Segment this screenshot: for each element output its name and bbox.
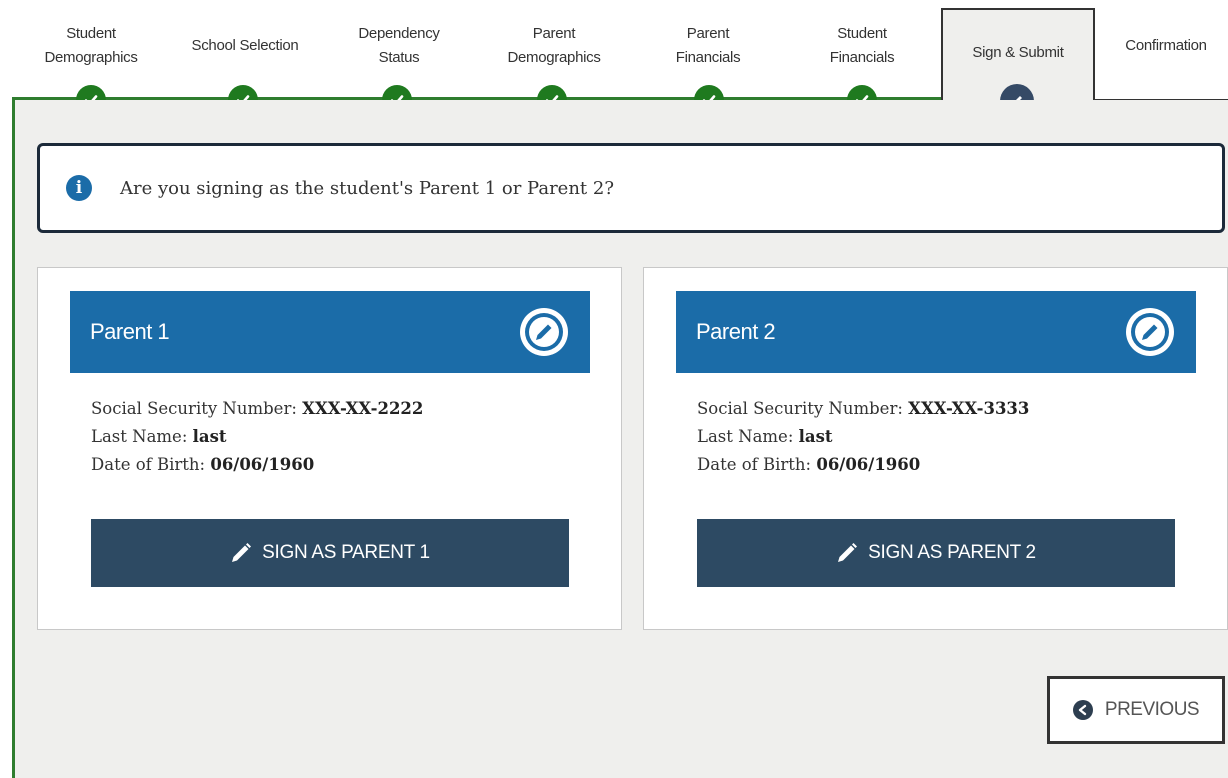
sign-as-parent-1-button[interactable]: SIGN AS PARENT 1 xyxy=(91,519,569,587)
ssn-label: Social Security Number: xyxy=(91,399,303,418)
card-header: Parent 2 xyxy=(676,291,1196,373)
ssn-value: XXX-XX-2222 xyxy=(302,399,424,418)
ssn-label: Social Security Number: xyxy=(697,399,909,418)
dob-row: Date of Birth: 06/06/1960 xyxy=(91,451,423,479)
info-alert: i Are you signing as the student's Paren… xyxy=(37,143,1225,233)
dob-label: Date of Birth: xyxy=(697,455,817,474)
dob-label: Date of Birth: xyxy=(91,455,211,474)
parent-card-2: Parent 2 Social Security Number: XXX-XX-… xyxy=(643,267,1228,630)
step-label-dependency-status[interactable]: Dependency Status xyxy=(324,22,474,70)
step-label-line: Confirmation xyxy=(1125,37,1207,54)
last-name-label: Last Name: xyxy=(697,427,799,446)
arrow-left-icon xyxy=(1072,700,1093,720)
parent-card-1: Parent 1 Social Security Number: XXX-XX-… xyxy=(37,267,622,630)
step-label-line: Status xyxy=(378,49,420,66)
step-label-sign-and-submit: Sign & Submit xyxy=(972,44,1064,61)
pencil-icon xyxy=(838,543,858,562)
info-icon: i xyxy=(66,175,92,201)
ssn-value: XXX-XX-3333 xyxy=(908,399,1030,418)
step-label-line: Dependency xyxy=(358,25,440,42)
card-title: Parent 2 xyxy=(696,319,776,344)
last-name-label: Last Name: xyxy=(91,427,193,446)
dob-value: 06/06/1960 xyxy=(210,455,315,474)
dob-value: 06/06/1960 xyxy=(816,455,921,474)
step-label-line: Student xyxy=(837,25,887,42)
pencil-icon xyxy=(232,543,252,562)
card-title: Parent 1 xyxy=(90,319,170,344)
step-label-line: Parent xyxy=(686,25,730,42)
step-label-student-demographics[interactable]: Student Demographics xyxy=(16,22,166,70)
step-label-line: Demographics xyxy=(44,49,138,66)
pencil-badge-icon xyxy=(520,308,568,356)
card-header: Parent 1 xyxy=(70,291,590,373)
step-label-line: Parent xyxy=(532,25,576,42)
last-name-row: Last Name: last xyxy=(697,423,1029,451)
step-label-line: Student xyxy=(66,25,116,42)
button-label: SIGN AS PARENT 2 xyxy=(868,542,1036,563)
last-name-value: last xyxy=(798,427,833,446)
pencil-badge-icon xyxy=(1126,308,1174,356)
previous-label: PREVIOUS xyxy=(1104,699,1200,720)
parent-details: Social Security Number: XXX-XX-3333 Last… xyxy=(697,395,1029,479)
step-label-school-selection[interactable]: School Selection xyxy=(170,34,320,58)
step-label-line: School Selection xyxy=(191,37,299,54)
step-label-line: Financials xyxy=(829,49,895,66)
parent-details: Social Security Number: XXX-XX-2222 Last… xyxy=(91,395,423,479)
ssn-row: Social Security Number: XXX-XX-3333 xyxy=(697,395,1029,423)
step-label-parent-financials[interactable]: Parent Financials xyxy=(633,22,783,70)
previous-button[interactable]: PREVIOUS xyxy=(1047,676,1225,744)
info-text: Are you signing as the student's Parent … xyxy=(120,177,614,199)
sign-as-parent-2-button[interactable]: SIGN AS PARENT 2 xyxy=(697,519,1175,587)
button-label: SIGN AS PARENT 1 xyxy=(262,542,430,563)
last-name-row: Last Name: last xyxy=(91,423,423,451)
step-label-line: Demographics xyxy=(507,49,601,66)
step-label-line: Financials xyxy=(675,49,741,66)
last-name-value: last xyxy=(192,427,227,446)
step-label-student-financials[interactable]: Student Financials xyxy=(787,22,937,70)
ssn-row: Social Security Number: XXX-XX-2222 xyxy=(91,395,423,423)
step-label-parent-demographics[interactable]: Parent Demographics xyxy=(479,22,629,70)
step-label-confirmation[interactable]: Confirmation xyxy=(1091,34,1228,58)
dob-row: Date of Birth: 06/06/1960 xyxy=(697,451,1029,479)
